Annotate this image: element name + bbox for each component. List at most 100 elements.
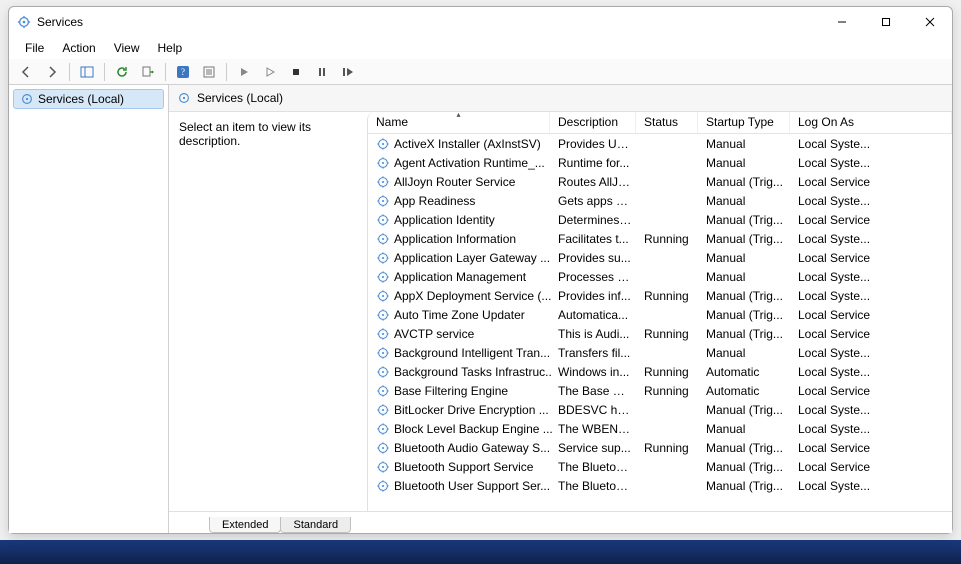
service-row[interactable]: AppX Deployment Service (...Provides inf… [368,286,952,305]
service-startup-type: Manual [700,250,792,266]
service-startup-type: Manual (Trig... [700,402,792,418]
service-row[interactable]: Background Tasks Infrastruc...Windows in… [368,362,952,381]
detail-prompt: Select an item to view its description. [179,120,311,148]
service-icon [376,365,390,379]
restart-service-button[interactable] [337,61,359,83]
column-header-status[interactable]: Status [636,112,698,133]
service-row[interactable]: AllJoyn Router ServiceRoutes AllJo...Man… [368,172,952,191]
service-name: Bluetooth Support Service [394,460,533,474]
service-status [638,352,700,354]
service-status [638,409,700,411]
service-row[interactable]: Base Filtering EngineThe Base Fil...Runn… [368,381,952,400]
service-description: Windows in... [552,364,638,380]
properties-button[interactable] [198,61,220,83]
service-row[interactable]: Application ManagementProcesses in...Man… [368,267,952,286]
column-header-name-label: Name [376,115,408,129]
service-log-on-as: Local Syste... [792,421,894,437]
service-startup-type: Manual [700,136,792,152]
services-header-icon [177,91,191,105]
service-log-on-as: Local Service [792,383,894,399]
column-header-startup-type[interactable]: Startup Type [698,112,790,133]
service-status [638,219,700,221]
service-status [638,314,700,316]
stop-service-button[interactable] [285,61,307,83]
service-log-on-as: Local Syste... [792,193,894,209]
pause-service-button[interactable] [311,61,333,83]
service-status: Running [638,288,700,304]
content-body: Select an item to view its description. … [169,112,952,511]
service-row[interactable]: Application Layer Gateway ...Provides su… [368,248,952,267]
column-header-name[interactable]: Name ▴ [368,112,550,133]
content-pane: Services (Local) Select an item to view … [169,85,952,533]
content-header: Services (Local) [169,85,952,112]
menu-view[interactable]: View [106,39,148,57]
minimize-button[interactable] [820,7,864,37]
service-row[interactable]: Bluetooth Support ServiceThe Bluetoo...M… [368,457,952,476]
service-description: Service sup... [552,440,638,456]
service-row[interactable]: Background Intelligent Tran...Transfers … [368,343,952,362]
forward-button[interactable] [41,61,63,83]
column-header-log-on-as[interactable]: Log On As [790,112,952,133]
sort-ascending-icon: ▴ [456,112,460,119]
body: Services (Local) Services (Local) Select… [9,85,952,533]
tab-standard[interactable]: Standard [280,517,351,533]
service-status [638,485,700,487]
service-row[interactable]: AVCTP serviceThis is Audi...RunningManua… [368,324,952,343]
service-row[interactable]: Application IdentityDetermines ...Manual… [368,210,952,229]
service-name: Background Tasks Infrastruc... [394,365,552,379]
service-row[interactable]: App ReadinessGets apps re...ManualLocal … [368,191,952,210]
service-icon [376,308,390,322]
service-row[interactable]: Bluetooth Audio Gateway S...Service sup.… [368,438,952,457]
service-log-on-as: Local Service [792,326,894,342]
toolbar: ? [9,59,952,85]
service-icon [376,289,390,303]
back-button[interactable] [15,61,37,83]
service-row[interactable]: Agent Activation Runtime_...Runtime for.… [368,153,952,172]
service-status [638,428,700,430]
tree-item-services-local[interactable]: Services (Local) [13,89,164,109]
service-icon [376,156,390,170]
service-icon [376,327,390,341]
content-header-title: Services (Local) [197,91,283,105]
service-icon [376,232,390,246]
start-service-button[interactable] [233,61,255,83]
service-startup-type: Manual (Trig... [700,288,792,304]
maximize-button[interactable] [864,7,908,37]
service-row[interactable]: ActiveX Installer (AxInstSV)Provides Us.… [368,134,952,153]
service-log-on-as: Local Syste... [792,364,894,380]
menu-action[interactable]: Action [54,39,103,57]
service-icon [376,479,390,493]
tab-extended[interactable]: Extended [209,517,281,533]
menu-help[interactable]: Help [150,39,191,57]
menu-file[interactable]: File [17,39,52,57]
show-hide-tree-button[interactable] [76,61,98,83]
service-row[interactable]: Auto Time Zone UpdaterAutomatica...Manua… [368,305,952,324]
services-app-icon [17,15,31,29]
service-icon [376,460,390,474]
close-button[interactable] [908,7,952,37]
window: Services File Action View Help ? [8,6,953,534]
service-startup-type: Manual (Trig... [700,212,792,228]
service-description: Determines ... [552,212,638,228]
start-service-alt-button[interactable] [259,61,281,83]
service-row[interactable]: Application InformationFacilitates t...R… [368,229,952,248]
service-row[interactable]: BitLocker Drive Encryption ...BDESVC hos… [368,400,952,419]
service-status: Running [638,231,700,247]
service-name: Block Level Backup Engine ... [394,422,552,436]
service-row[interactable]: Bluetooth User Support Ser...The Bluetoo… [368,476,952,495]
service-icon [376,441,390,455]
service-name: Auto Time Zone Updater [394,308,525,322]
service-row[interactable]: Block Level Backup Engine ...The WBENG..… [368,419,952,438]
help-button[interactable]: ? [172,61,194,83]
column-header-description[interactable]: Description [550,112,636,133]
export-list-button[interactable] [137,61,159,83]
refresh-button[interactable] [111,61,133,83]
service-name: Base Filtering Engine [394,384,508,398]
service-icon [376,422,390,436]
service-log-on-as: Local Service [792,174,894,190]
window-controls [820,7,952,37]
service-description: Transfers fil... [552,345,638,361]
service-icon [376,251,390,265]
list-rows[interactable]: ActiveX Installer (AxInstSV)Provides Us.… [368,134,952,511]
service-log-on-as: Local Service [792,459,894,475]
